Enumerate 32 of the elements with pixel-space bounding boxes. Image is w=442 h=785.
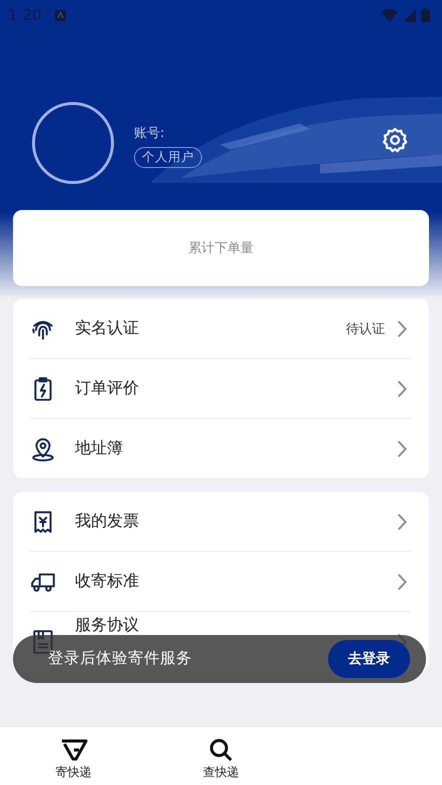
location-pin-icon [30,436,56,462]
menu-item[interactable]: 实名认证 待认证 [30,299,411,359]
signal-icon [403,8,416,22]
menu-item[interactable]: 我的发票 [30,492,411,552]
chevron-right-icon [397,512,407,530]
nav-tab[interactable]: 查快递 [147,727,295,785]
wifi-icon [381,8,398,22]
account-label: 账号: [134,125,164,142]
battery-icon [421,8,430,22]
menu-label: 地址簿 [75,438,123,459]
chevron-right-icon [397,320,407,338]
menu-item[interactable]: 订单评价 [30,359,411,419]
toast-message: 登录后体验寄件服务 [48,650,192,668]
avatar[interactable] [32,102,114,184]
menu-label: 服务协议 [75,616,139,634]
menu-label: 我的发票 [75,511,139,532]
menu-label: 订单评价 [75,378,139,399]
status-time: 1:20 [8,6,42,24]
verification-status: 待认证 [346,320,385,338]
order-count-label: 累计下单量 [188,240,254,257]
chevron-right-icon [397,440,407,458]
menu-item[interactable]: 地址簿 [30,419,411,478]
user-type-tag: 个人用户 [134,147,202,168]
menu-label: 收寄标准 [75,571,139,592]
nav-tab[interactable]: 寄快递 [0,727,148,785]
settings-icon[interactable] [381,126,409,154]
login-button[interactable]: 去登录 [328,640,410,678]
chevron-right-icon [397,380,407,398]
menu-label: 实名认证 [75,318,139,339]
chevron-right-icon [397,572,407,590]
search-icon [208,738,233,762]
menu-item[interactable]: 收寄标准 [30,552,411,612]
